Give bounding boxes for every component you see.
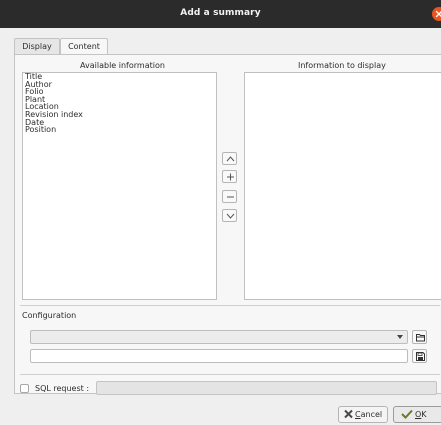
chevron-down-icon	[226, 213, 235, 219]
close-icon	[435, 10, 441, 18]
available-information-list[interactable]: Title Author Folio Plant Location Revisi…	[22, 72, 217, 300]
ok-button[interactable]: OK	[393, 406, 441, 423]
sql-request-checkbox[interactable]	[20, 384, 29, 393]
checkmark-icon	[401, 409, 413, 419]
remove-button[interactable]	[222, 190, 237, 203]
save-icon	[416, 352, 425, 361]
list-item[interactable]: Folio	[23, 88, 216, 96]
configuration-name-input[interactable]	[30, 349, 408, 363]
tab-content[interactable]: Content	[60, 38, 108, 55]
caret-down-icon	[397, 335, 403, 339]
cancel-button-label: Cancel	[355, 410, 383, 419]
title-bar: Add a summary	[0, 0, 441, 28]
chevron-up-icon	[226, 156, 235, 162]
separator	[20, 374, 440, 375]
list-item[interactable]: Author	[23, 80, 216, 89]
close-button[interactable]	[432, 7, 441, 21]
configuration-label: Configuration	[22, 311, 77, 320]
information-to-display-label: Information to display	[298, 61, 386, 70]
available-information-label: Available information	[80, 61, 165, 70]
move-up-button[interactable]	[222, 152, 237, 165]
list-item[interactable]: Revision index	[23, 111, 216, 119]
open-configuration-button[interactable]	[412, 330, 427, 344]
information-to-display-list[interactable]	[244, 72, 441, 300]
window-title: Add a summary	[180, 8, 261, 18]
ok-button-label: OK	[415, 410, 427, 419]
separator	[20, 305, 440, 306]
folder-open-icon	[416, 334, 425, 342]
cancel-icon	[344, 409, 353, 419]
sql-request-label: SQL request :	[35, 384, 90, 393]
minus-icon	[227, 196, 234, 198]
plus-icon	[227, 173, 234, 181]
configuration-combo[interactable]	[30, 330, 408, 344]
add-button[interactable]	[222, 170, 237, 183]
cancel-button[interactable]: Cancel	[338, 406, 388, 423]
list-item[interactable]: Position	[23, 126, 216, 134]
sql-request-field[interactable]	[96, 381, 437, 395]
tab-display[interactable]: Display	[14, 38, 60, 54]
move-down-button[interactable]	[222, 209, 237, 222]
save-configuration-button[interactable]	[412, 349, 427, 363]
